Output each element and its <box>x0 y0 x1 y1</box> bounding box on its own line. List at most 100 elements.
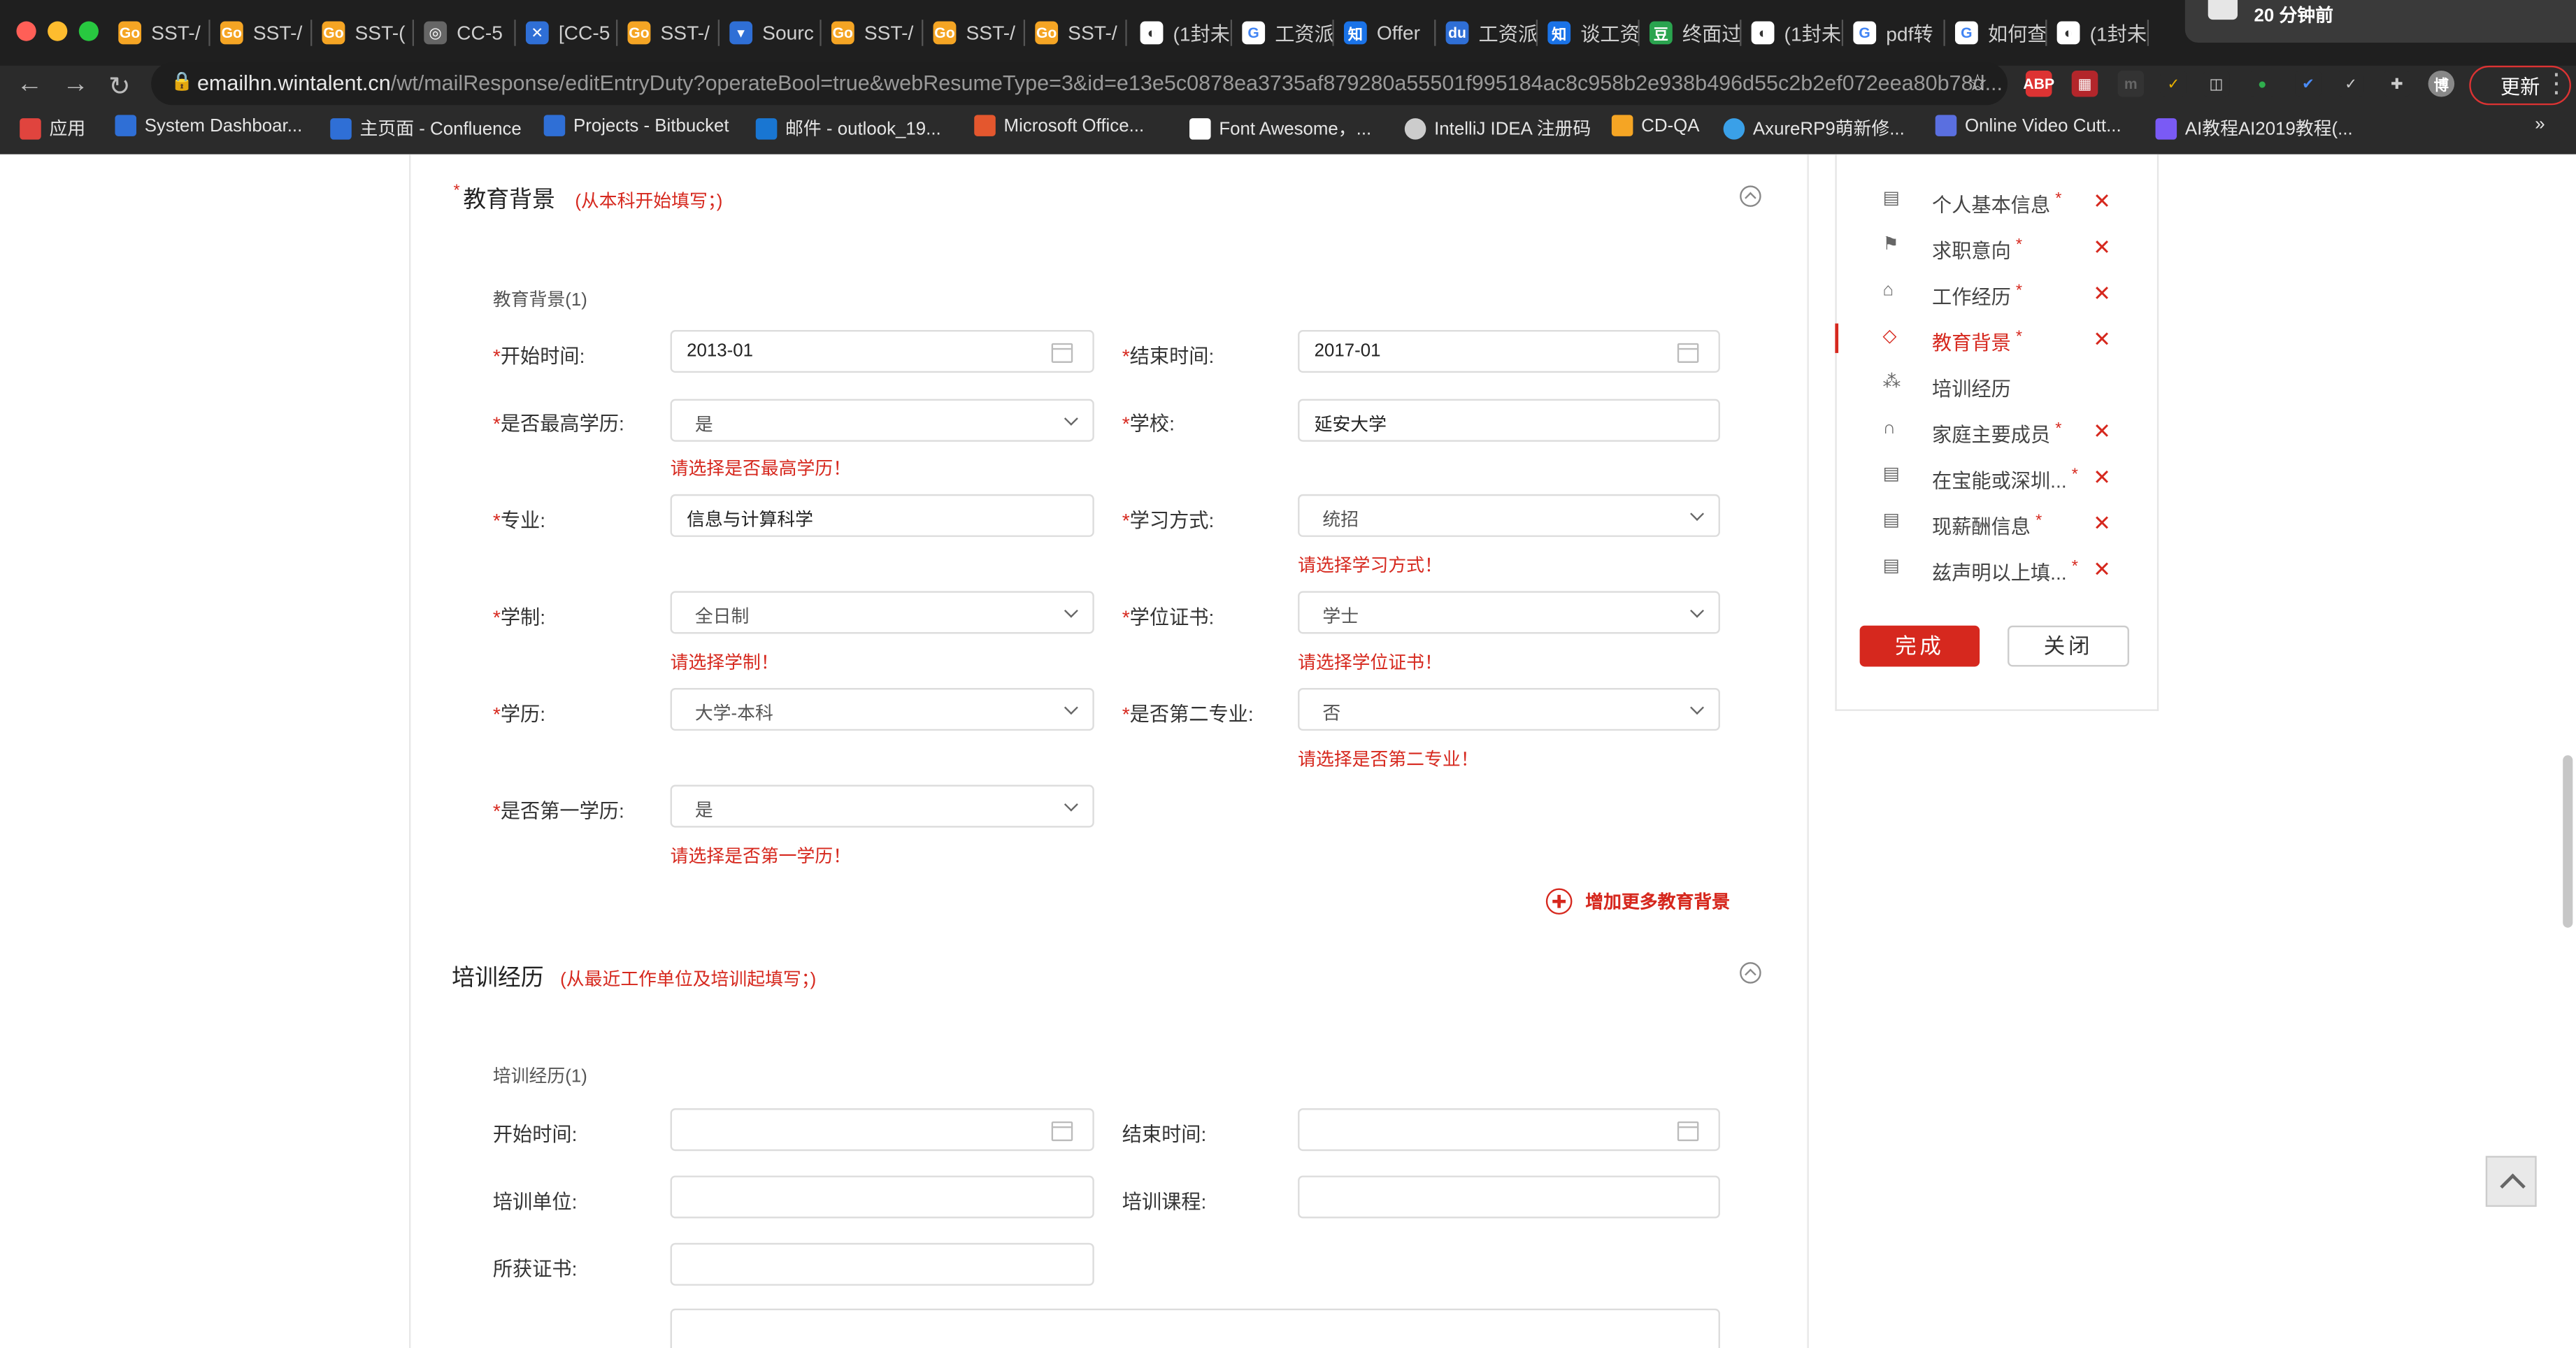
url-text[interactable]: emailhn.wintalent.cn/wt/mailResponse/edi… <box>197 71 2003 95</box>
second-major-label: *是否第二专业: <box>1122 703 1254 726</box>
sidenav-item[interactable]: ▤ 兹声明以上填... * ✕ <box>1835 550 2155 589</box>
browser-tab[interactable]: du 工资派 <box>1445 13 1538 52</box>
page-scrollbar[interactable] <box>2563 755 2573 928</box>
adblock-icon[interactable]: ABP <box>2023 70 2054 97</box>
education-level-select[interactable]: 大学-本科 <box>670 687 1094 731</box>
bookmark-item[interactable]: CD-QA <box>1611 115 1699 136</box>
bookmark-item[interactable]: Microsoft Office... <box>974 115 1144 136</box>
browser-tab[interactable]: Go SST-/ <box>933 13 1026 52</box>
degree-cert-select[interactable]: 学士 <box>1298 591 1720 634</box>
bookmark-star-icon[interactable]: ☆ <box>1967 69 1988 97</box>
more-bookmarks-icon[interactable]: » <box>2535 115 2545 134</box>
browser-tab[interactable]: Go SST-/ <box>118 13 210 52</box>
remove-section-icon[interactable]: ✕ <box>2093 235 2111 261</box>
browser-tab[interactable]: ◐ (1封未 <box>1751 13 1844 52</box>
certificate-input[interactable] <box>670 1242 1094 1286</box>
browser-tab[interactable]: Go SST-/ <box>220 13 313 52</box>
browser-tab[interactable]: 知 Offer <box>1343 13 1436 52</box>
minimize-window-button[interactable] <box>48 21 68 41</box>
notification-toast[interactable]: 20 分钟前 <box>2184 0 2576 43</box>
bookmark-item[interactable]: 主页面 - Confluence <box>330 115 522 141</box>
study-mode-select[interactable]: 统招 <box>1298 494 1720 537</box>
browser-tab[interactable]: 豆终面过 <box>1649 13 1742 52</box>
sidenav-item-label: 培训经历 <box>1932 378 2011 401</box>
sidenav-item[interactable]: ▤ 个人基本信息 * ✕ <box>1835 182 2155 222</box>
second-major-select[interactable]: 否 <box>1298 687 1720 731</box>
reload-icon[interactable]: ↻ <box>108 71 130 103</box>
browser-tab[interactable]: ◐ (1封未 <box>1140 13 1233 52</box>
sidenav-item[interactable]: ∩ 家庭主要成员 * ✕ <box>1835 412 2155 451</box>
remove-section-icon[interactable]: ✕ <box>2093 189 2111 215</box>
menu-dots-icon[interactable]: ⋮ <box>2543 67 2570 100</box>
puzzle-icon[interactable]: ✚ <box>2384 70 2410 97</box>
add-more-education-button[interactable]: 增加更多教育背景 <box>1545 888 1730 915</box>
done-button[interactable]: 完成 <box>1859 625 1980 667</box>
extension-icon[interactable]: ▦ <box>2071 70 2098 97</box>
fullscreen-window-button[interactable] <box>78 21 99 41</box>
browser-tab[interactable]: Go SST-/ <box>831 13 924 52</box>
browser-tab[interactable]: Go SST-/ <box>627 13 720 52</box>
remove-section-icon[interactable]: ✕ <box>2093 281 2111 308</box>
douban-icon: 豆 <box>1649 21 1673 45</box>
bookmark-item[interactable]: 邮件 - outlook_19... <box>755 115 941 141</box>
evernote-icon[interactable]: ● <box>2249 70 2276 97</box>
browser-tab[interactable]: G 如何查 <box>1954 13 2047 52</box>
training-start-input[interactable] <box>670 1108 1094 1152</box>
browser-tab[interactable]: G 工资派 <box>1242 13 1334 52</box>
collapse-icon[interactable] <box>1740 185 1761 207</box>
remove-section-icon[interactable]: ✕ <box>2093 327 2111 353</box>
sidenav-item[interactable]: ⁂ 培训经历 <box>1835 366 2155 406</box>
avatar[interactable]: 博 <box>2428 70 2455 97</box>
browser-tab[interactable]: ◐ (1封未 <box>2056 13 2149 52</box>
graduation-cap-icon: ◇ <box>1882 327 1897 347</box>
end-time-input[interactable]: 2017-01 <box>1298 330 1720 373</box>
school-system-select[interactable]: 全日制 <box>670 591 1094 634</box>
bookmark-item[interactable]: Projects - Bitbucket <box>543 115 729 136</box>
address-bar[interactable]: 🔒 emailhn.wintalent.cn/wt/mailResponse/e… <box>151 62 2008 106</box>
browser-tab[interactable]: ◎ CC-5 <box>424 13 516 52</box>
bookmark-item[interactable]: 应用 <box>20 115 85 141</box>
collapse-icon[interactable] <box>1740 962 1761 984</box>
forward-arrow-icon[interactable]: → <box>62 71 89 100</box>
calendar-icon <box>1051 1121 1073 1142</box>
back-arrow-icon[interactable]: ← <box>16 71 43 100</box>
training-org-input[interactable] <box>670 1175 1094 1219</box>
remove-section-icon[interactable]: ✕ <box>2093 557 2111 583</box>
major-input[interactable]: 信息与计算科学 <box>670 494 1094 537</box>
browser-tab[interactable]: 知谈工资 <box>1547 13 1640 52</box>
remove-section-icon[interactable]: ✕ <box>2093 510 2111 537</box>
sidenav-item[interactable]: ⌂ 工作经历 * ✕ <box>1835 274 2155 313</box>
check-icon[interactable]: ✔ <box>2295 70 2321 97</box>
first-degree-select[interactable]: 是 <box>670 784 1094 828</box>
browser-tab[interactable]: ▾ Sourc <box>729 13 822 52</box>
remove-section-icon[interactable]: ✕ <box>2093 465 2111 492</box>
bookmark-item[interactable]: Online Video Cutt... <box>1935 115 2121 136</box>
training-end-input[interactable] <box>1298 1108 1720 1152</box>
browser-tab[interactable]: Gpdf转 <box>1853 13 1945 52</box>
start-time-input[interactable]: 2013-01 <box>670 330 1094 373</box>
school-input[interactable]: 延安大学 <box>1298 399 1720 442</box>
close-window-button[interactable] <box>16 21 36 41</box>
sidenav-item[interactable]: ▤ 现薪酬信息 * ✕ <box>1835 504 2155 543</box>
bookmark-item[interactable]: AxureRP9萌新修... <box>1723 115 1905 141</box>
bookmark-item[interactable]: AI教程AI2019教程(... <box>2155 115 2353 141</box>
browser-tab[interactable]: Go SST-/ <box>1035 13 1127 52</box>
highest-degree-select[interactable]: 是 <box>670 399 1094 442</box>
sidenav-item[interactable]: ⚑ 求职意向 * ✕ <box>1835 228 2155 267</box>
scroll-to-top-button[interactable] <box>2485 1156 2537 1207</box>
browser-tab[interactable]: ✕ [CC-5 <box>525 13 618 52</box>
check-circle-icon[interactable]: ✓ <box>2160 70 2187 97</box>
close-button[interactable]: 关闭 <box>2008 625 2129 667</box>
browser-tab[interactable]: Go SST-( <box>322 13 415 52</box>
checkmark-icon[interactable]: ✓ <box>2338 70 2364 97</box>
pocket-icon[interactable]: ◫ <box>2203 70 2230 97</box>
extension-icon[interactable]: m <box>2117 70 2145 97</box>
sidenav-item[interactable]: ▤ 在宝能或深圳... * ✕ <box>1835 458 2155 497</box>
sidenav-item[interactable]: ◇ 教育背景 * ✕ <box>1835 320 2155 359</box>
training-course-input[interactable] <box>1298 1175 1720 1219</box>
remove-section-icon[interactable]: ✕ <box>2093 419 2111 445</box>
training-description-textarea[interactable] <box>670 1308 1720 1348</box>
bookmark-item[interactable]: System Dashboar... <box>115 115 302 136</box>
bookmark-item[interactable]: Font Awesome，... <box>1189 115 1371 141</box>
bookmark-item[interactable]: IntelliJ IDEA 注册码 <box>1404 115 1591 141</box>
